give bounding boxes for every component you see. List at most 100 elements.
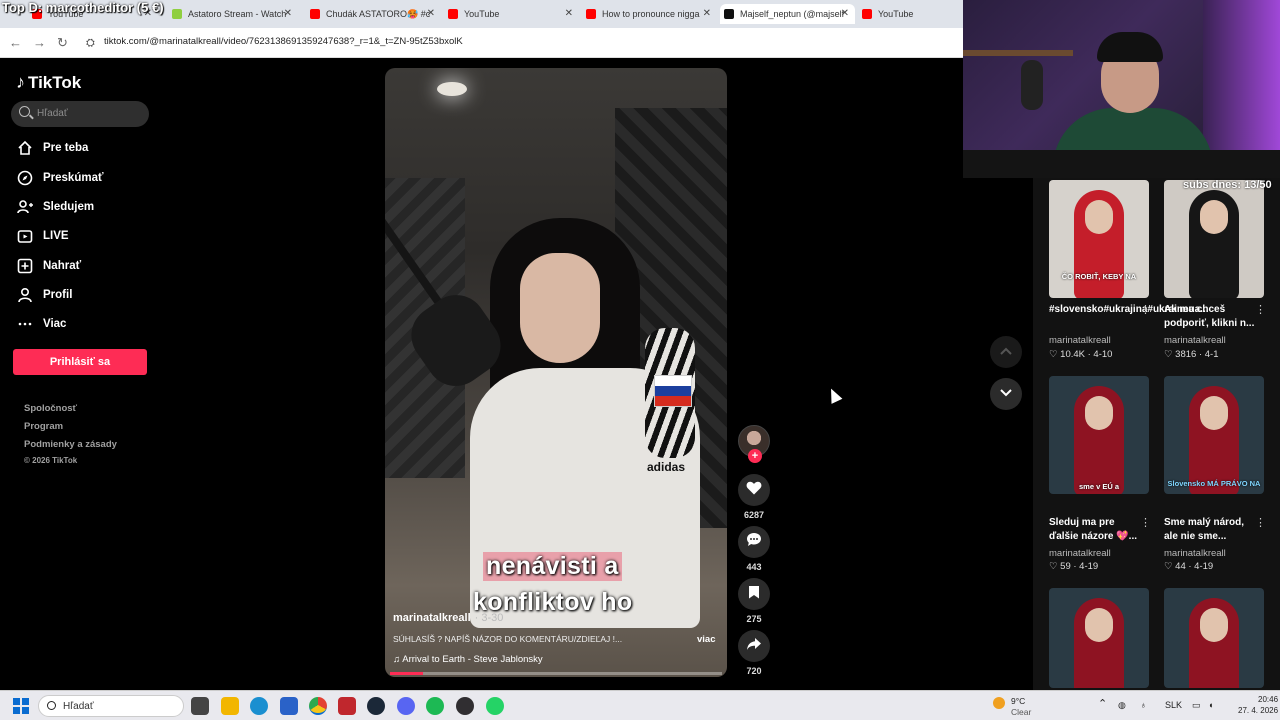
video-thumbnail[interactable] [1164,180,1264,298]
video-author[interactable]: marinatalkreall [1164,335,1226,346]
url-field[interactable]: tiktok.com/@marinatalkreall/video/762313… [104,36,463,47]
tiktok-logo[interactable]: ♪ TikTok [16,72,81,93]
tiktok-note-icon: ♪ [16,72,25,92]
video-author[interactable]: marinatalkreall [1049,548,1111,559]
store-icon[interactable] [280,697,298,715]
file-explorer-icon[interactable] [221,697,239,715]
taskbar-search-input[interactable]: Hľadať [38,695,184,717]
copyright: © 2026 TikTok [24,456,78,465]
chevron-up-icon [999,343,1013,361]
steam-icon[interactable] [367,697,385,715]
spotify-icon[interactable] [426,697,444,715]
video-player[interactable]: adidas nenávisti a konfliktov ho marinat… [385,68,727,677]
video-title[interactable]: #slovensko#ukrajina#ukraineua... [1049,303,1209,317]
browser-tab[interactable]: Chudák ASTATORO🥵 #c ✕ [306,4,441,24]
obs-icon[interactable] [456,697,474,715]
next-video-button[interactable] [990,378,1022,410]
back-icon[interactable]: ← [9,35,22,50]
footer-link-company[interactable]: Spoločnosť [24,403,77,414]
microphone-icon[interactable]: ♁ [1140,700,1147,710]
close-tab-icon[interactable]: ✕ [565,8,573,19]
bookmark-icon [748,585,760,604]
edge-icon[interactable] [250,697,268,715]
forward-icon[interactable]: → [33,35,46,50]
close-tab-icon[interactable]: ✕ [841,8,849,19]
browser-tab[interactable]: Astatoro Stream - Watch ✕ [168,4,298,24]
video-author[interactable]: marinatalkreall [1049,335,1111,346]
footer-link-program[interactable]: Program [24,421,63,432]
video-title[interactable]: Sleduj ma pre ďalšie názore 💖... [1049,516,1141,544]
video-title[interactable]: Sme malý národ, ale nie sme... [1164,516,1256,544]
video-thumbnail[interactable] [1164,588,1264,688]
share-button[interactable] [738,630,770,662]
chrome-icon[interactable] [309,697,327,715]
video-author[interactable]: marinatalkreall [1164,548,1226,559]
youtube-icon [448,9,458,19]
shelf [963,50,1073,56]
nav-item-explore[interactable]: Preskúmať [16,168,104,188]
close-tab-icon[interactable]: ✕ [284,8,292,19]
whatsapp-icon[interactable] [486,697,504,715]
discord-icon[interactable] [397,697,415,715]
browser-tab-active[interactable]: Majself_neptun (@majself ✕ [720,4,855,24]
video-thumbnail[interactable] [1049,588,1149,688]
ceiling-lamp [437,82,467,96]
streamer-microphone [1021,60,1043,110]
subs-counter-overlay: subs dnes: 13/50 [1183,179,1272,191]
video-thumbnail[interactable]: Slovensko MÁ PRÁVO NA [1164,376,1264,494]
task-view-icon[interactable] [191,697,209,715]
search-icon [47,701,56,710]
person-face [1085,396,1113,430]
video-progress-bar[interactable] [390,672,722,675]
chevron-up-icon[interactable]: ⌃ [1098,697,1107,710]
news-app-icon[interactable] [338,697,356,715]
compass-icon [16,169,34,187]
video-stats: ♡ 59 · 4-19 [1049,561,1099,572]
reload-icon[interactable]: ↻ [57,35,68,51]
video-author[interactable]: marinatalkreall · 3-30 [393,612,503,624]
nav-item-live[interactable]: LIVE [16,226,69,246]
login-button[interactable]: Prihlásiť sa [13,349,147,375]
close-tab-icon[interactable]: ✕ [427,8,435,19]
nav-item-upload[interactable]: Nahrať [16,256,81,276]
nav-item-profile[interactable]: Profil [16,285,72,305]
video-title[interactable]: Ak ma chceš podporiť, klikni n... [1164,303,1256,331]
clock[interactable]: 20:46 27. 4. 2026 [1238,694,1278,716]
video-stats: ♡ 44 · 4-19 [1164,561,1214,572]
follow-plus-icon[interactable]: + [748,449,762,463]
browser-tab[interactable]: YouTube ✕ [444,4,579,24]
search-input[interactable]: Hľadať [11,101,149,127]
comment-button[interactable] [738,526,770,558]
footer-link-terms[interactable]: Podmienky a zásady [24,439,117,450]
nav-item-more[interactable]: Viac [16,314,66,334]
more-options-icon[interactable]: ⋮ [1140,303,1151,316]
browser-tab[interactable]: How to pronounce nigga ✕ [582,4,717,24]
chevron-down-icon [999,385,1013,403]
more-options-icon[interactable]: ⋮ [1255,516,1266,529]
browser-tab[interactable]: YouTube [858,4,958,24]
display-icon[interactable]: ▭ [1192,700,1201,711]
video-thumbnail[interactable]: sme v EÚ a [1049,376,1149,494]
video-stats: ♡ 10.4K · 4-10 [1049,349,1113,360]
save-button[interactable] [738,578,770,610]
site-settings-icon[interactable]: ⛭ [86,37,95,50]
more-options-icon[interactable]: ⋮ [1255,303,1266,316]
nav-item-for-you[interactable]: Pre teba [16,138,88,158]
previous-video-button[interactable] [990,336,1022,368]
desk [963,150,1280,178]
language-indicator[interactable]: SLK [1165,700,1182,710]
video-thumbnail[interactable]: ČO ROBIŤ, KEBY NA [1049,180,1149,298]
home-icon [16,139,34,157]
close-tab-icon[interactable]: ✕ [703,8,711,19]
russian-flag-patch [654,375,692,407]
like-button[interactable] [738,474,770,506]
music-track[interactable]: ♫ Arrival to Earth - Steve Jablonsky [393,654,543,665]
network-icon[interactable]: ◍ [1118,700,1126,711]
windows-start-icon[interactable] [13,698,29,714]
more-link[interactable]: viac [697,634,716,645]
tiktok-icon [724,9,734,19]
video-stats: ♡ 3816 · 4-1 [1164,349,1219,360]
volume-icon[interactable]: ◖ [1208,700,1213,710]
more-options-icon[interactable]: ⋮ [1140,516,1151,529]
nav-item-following[interactable]: Sledujem [16,197,94,217]
